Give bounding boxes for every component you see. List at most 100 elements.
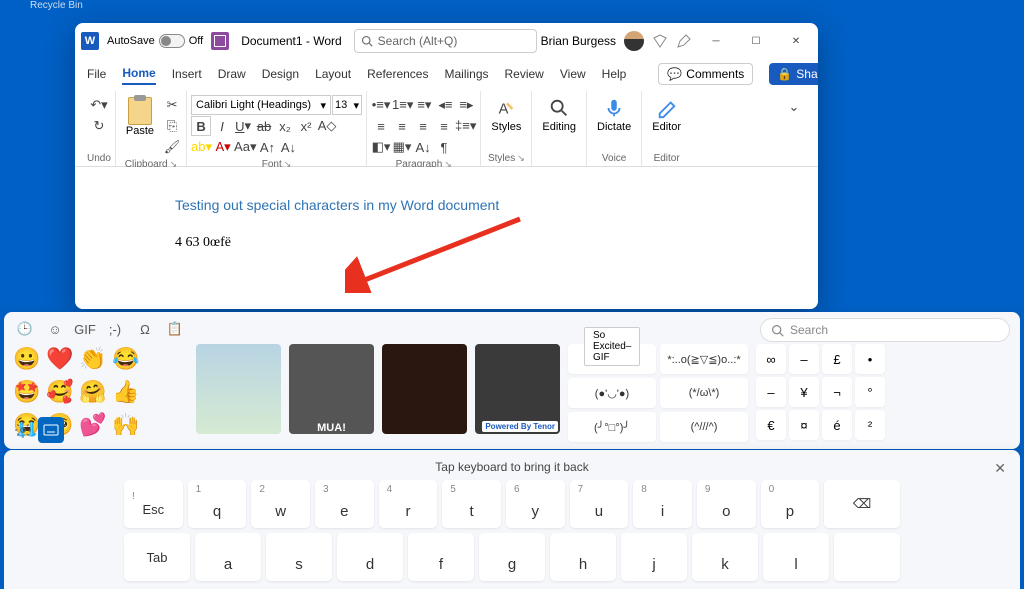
key-s[interactable]: s [266, 533, 332, 581]
key-g[interactable]: g [479, 533, 545, 581]
symbol-cell[interactable]: € [756, 410, 786, 440]
key-t[interactable]: 5t [442, 480, 501, 528]
tab-insert[interactable]: Insert [172, 64, 202, 84]
sort-button[interactable]: A↓ [413, 137, 433, 157]
symbol-cell[interactable]: • [855, 344, 885, 374]
align-center-button[interactable]: ≡ [392, 116, 412, 136]
emoji-cell[interactable]: 👍 [111, 377, 141, 407]
gif-tile-1[interactable] [196, 344, 281, 434]
kaomoji-cell[interactable]: (●'◡'●) [568, 378, 656, 408]
key-u[interactable]: 7u [570, 480, 629, 528]
key-e[interactable]: 3e [315, 480, 374, 528]
font-size-select[interactable]: 13▾ [332, 95, 362, 115]
styles-button[interactable]: AStyles [485, 95, 527, 135]
emoji-cell[interactable]: 👏 [78, 344, 108, 374]
symbol-cell[interactable]: ¥ [789, 377, 819, 407]
symbol-cell[interactable]: – [789, 344, 819, 374]
maximize-button[interactable]: ☐ [740, 27, 772, 55]
key-Tab[interactable]: Tab [124, 533, 190, 581]
underline-button[interactable]: U▾ [233, 116, 253, 136]
shrink-font-button[interactable]: A↓ [278, 137, 298, 157]
key-i[interactable]: 8i [633, 480, 692, 528]
strike-button[interactable]: ab [254, 116, 274, 136]
autosave-toggle[interactable]: AutoSave Off [103, 34, 207, 48]
ribbon-collapse-button[interactable]: ⌄ [784, 97, 804, 117]
pen-icon[interactable] [676, 33, 692, 49]
kaomoji-tab[interactable]: ;-) [106, 320, 124, 338]
tab-file[interactable]: File [87, 64, 106, 84]
tab-draw[interactable]: Draw [218, 64, 246, 84]
key-j[interactable]: j [621, 533, 687, 581]
numbering-button[interactable]: 1≡▾ [392, 95, 413, 115]
key-h[interactable]: h [550, 533, 616, 581]
justify-button[interactable]: ≡ [434, 116, 454, 136]
align-right-button[interactable]: ≡ [413, 116, 433, 136]
symbol-cell[interactable]: ∞ [756, 344, 786, 374]
document-canvas[interactable]: Testing out special characters in my Wor… [75, 167, 818, 309]
font-name-select[interactable]: Calibri Light (Headings)▾ [191, 95, 331, 115]
account-name[interactable]: Brian Burgess [541, 34, 616, 48]
key-r[interactable]: 4r [379, 480, 438, 528]
emoji-cell[interactable]: 😂 [111, 344, 141, 374]
key-Esc[interactable]: !Esc [124, 480, 183, 528]
key-blank[interactable] [834, 533, 900, 581]
cut-button[interactable]: ✂ [162, 95, 182, 115]
italic-button[interactable]: I [212, 116, 232, 136]
copy-button[interactable]: ⎘ [162, 116, 182, 136]
gif-tab[interactable]: GIF [76, 320, 94, 338]
key-k[interactable]: k [692, 533, 758, 581]
symbols-tab[interactable]: Ω [136, 320, 154, 338]
document-title[interactable]: Document1 - Word [233, 34, 349, 48]
symbol-cell[interactable]: ° [855, 377, 885, 407]
highlight-button[interactable]: ab▾ [191, 137, 212, 157]
share-button[interactable]: 🔒 Share [769, 63, 818, 85]
avatar[interactable] [624, 31, 644, 51]
minimize-button[interactable]: ─ [700, 27, 732, 55]
bold-button[interactable]: B [191, 116, 211, 136]
clear-format-button[interactable]: A◇ [317, 116, 337, 136]
key-l[interactable]: l [763, 533, 829, 581]
key-w[interactable]: 2w [251, 480, 310, 528]
emoji-cell[interactable]: 🤩 [12, 377, 42, 407]
align-left-button[interactable]: ≡ [371, 116, 391, 136]
redo-button[interactable]: ↻ [89, 116, 109, 136]
tab-home[interactable]: Home [122, 63, 155, 85]
keyboard-hint[interactable]: Tap keyboard to bring it back [124, 460, 900, 474]
kaomoji-cell[interactable]: (^///^) [660, 412, 748, 442]
emoji-cell[interactable]: 🥰 [45, 377, 75, 407]
close-button[interactable]: ✕ [780, 27, 812, 55]
shading-button[interactable]: ◧▾ [371, 137, 391, 157]
symbol-cell[interactable]: ¤ [789, 410, 819, 440]
paste-button[interactable]: Paste [120, 95, 160, 139]
clipboard-tab[interactable]: 📋 [166, 320, 184, 338]
grow-font-button[interactable]: A↑ [257, 137, 277, 157]
key-o[interactable]: 9o [697, 480, 756, 528]
kaomoji-cell[interactable]: (*/ω\*) [660, 378, 748, 408]
format-painter-button[interactable]: 🖌 [162, 137, 182, 157]
gif-tile-3[interactable] [382, 344, 467, 434]
premium-icon[interactable] [652, 33, 668, 49]
emoji-cell[interactable]: 🤗 [78, 377, 108, 407]
tab-references[interactable]: References [367, 64, 428, 84]
editor-button[interactable]: Editor [646, 95, 687, 135]
symbol-cell[interactable]: £ [822, 344, 852, 374]
settings-icon[interactable] [14, 421, 32, 439]
symbol-cell[interactable]: ² [855, 410, 885, 440]
emoji-tab[interactable]: ☺ [46, 320, 64, 338]
save-button[interactable] [211, 32, 229, 50]
emoji-cell[interactable]: 😀 [12, 344, 42, 374]
increase-indent-button[interactable]: ≡▸ [456, 95, 476, 115]
key-f[interactable]: f [408, 533, 474, 581]
editing-button[interactable]: Editing [536, 95, 582, 135]
subscript-button[interactable]: x₂ [275, 116, 295, 136]
comments-button[interactable]: 💬 Comments [658, 63, 753, 85]
tab-design[interactable]: Design [262, 64, 299, 84]
bullets-button[interactable]: •≡▾ [371, 95, 391, 115]
keyboard-close-button[interactable]: ✕ [994, 460, 1006, 477]
dictate-button[interactable]: Dictate [591, 95, 637, 135]
symbol-cell[interactable]: é [822, 410, 852, 440]
symbol-cell[interactable]: – [756, 377, 786, 407]
search-box[interactable]: Search (Alt+Q) [354, 29, 537, 53]
key-⌫[interactable]: ⌫ [824, 480, 900, 528]
emoji-cell[interactable]: 💕 [78, 410, 108, 440]
